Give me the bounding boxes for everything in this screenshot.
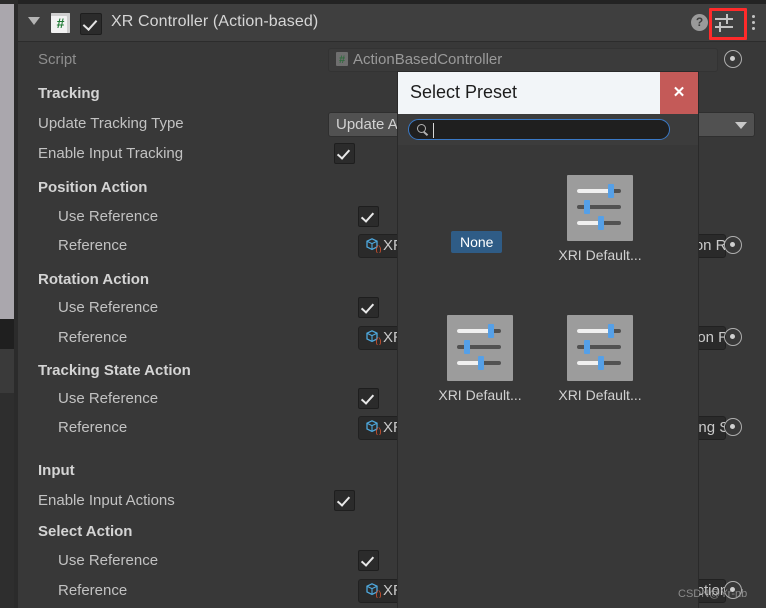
object-field[interactable]: # ActionBasedController [328, 48, 718, 72]
background-left-panel-d [0, 393, 14, 608]
preset-item-label: XRI Default... [438, 387, 522, 403]
script-hash-icon: # [334, 51, 352, 67]
input-action-reference-icon: () [364, 419, 382, 435]
script-hash-glyph: # [56, 15, 65, 31]
object-field-value: ActionBasedController [353, 51, 503, 68]
preset-sliders-thumbnail-icon [567, 315, 633, 381]
background-left-panel-a [0, 4, 14, 319]
preset-sliders-thumbnail-icon [447, 315, 513, 381]
input-action-reference-icon: () [364, 582, 382, 598]
property-label: Tracking State Action [38, 362, 191, 379]
svg-text:#: # [339, 54, 345, 66]
preset-sliders-thumbnail-icon [567, 175, 633, 241]
page-title: XR Controller (Action-based) [111, 13, 319, 30]
svg-text:(): () [376, 426, 382, 435]
property-label: Rotation Action [38, 271, 150, 288]
preset-button-highlight-box [709, 8, 747, 40]
preset-none-label[interactable]: None [451, 231, 503, 253]
background-left-panel-b [0, 319, 14, 349]
property-label: Script [38, 51, 77, 68]
screen-root: # XR Controller (Action-based) ? Script #… [0, 0, 766, 608]
property-label: Select Action [38, 523, 133, 540]
select-preset-window: Select Preset ✕ None XRI Default... XRI De… [398, 72, 698, 608]
property-label: Reference [58, 419, 128, 436]
object-picker-icon[interactable] [724, 418, 742, 436]
property-label: Reference [58, 329, 128, 346]
component-enabled-checkbox[interactable] [80, 13, 102, 35]
help-icon[interactable]: ? [691, 14, 708, 31]
search-icon [417, 124, 426, 133]
component-header[interactable]: # XR Controller (Action-based) ? [18, 4, 766, 42]
svg-text:(): () [376, 589, 382, 598]
select-preset-titlebar: Select Preset ✕ [398, 72, 698, 114]
object-picker-icon[interactable] [724, 236, 742, 254]
svg-text:(): () [376, 336, 382, 345]
property-label: Use Reference [58, 390, 159, 407]
checkbox[interactable] [334, 490, 355, 511]
checkbox[interactable] [358, 206, 379, 227]
property-label: Enable Input Tracking [38, 145, 184, 162]
property-label: Reference [58, 237, 128, 254]
property-label: Use Reference [58, 208, 159, 225]
watermark: CSDN@Yr-nb [678, 588, 748, 600]
property-label: Reference [58, 582, 128, 599]
text-caret [433, 123, 434, 138]
property-label: Tracking [38, 85, 100, 102]
checkbox[interactable] [358, 297, 379, 318]
preset-item-label: XRI Default... [558, 387, 642, 403]
input-action-reference-icon: () [364, 329, 382, 345]
checkbox[interactable] [358, 550, 379, 571]
preset-grid: None XRI Default... XRI Default... XRI Defa… [398, 145, 698, 608]
foldout-arrow-icon[interactable] [28, 17, 40, 25]
property-label: Use Reference [58, 552, 159, 569]
select-preset-search-bar [398, 114, 698, 145]
property-label: Enable Input Actions [38, 492, 175, 509]
property-label: Update Tracking Type [38, 115, 184, 132]
input-action-reference-icon: () [364, 237, 382, 253]
property-label: Use Reference [58, 299, 159, 316]
close-icon[interactable]: ✕ [660, 72, 698, 114]
search-input[interactable] [408, 119, 670, 140]
script-hash-icon: # [51, 13, 70, 33]
property-label: Input [38, 462, 75, 479]
background-left-panel-c [0, 349, 14, 393]
kebab-menu-icon[interactable] [752, 14, 756, 32]
select-preset-title: Select Preset [410, 82, 518, 102]
object-picker-icon[interactable] [724, 50, 742, 68]
property-label: Position Action [38, 179, 148, 196]
object-picker-icon[interactable] [724, 328, 742, 346]
svg-text:(): () [376, 244, 382, 253]
checkbox[interactable] [358, 388, 379, 409]
chevron-down-icon [735, 122, 747, 129]
preset-item-label: XRI Default... [558, 247, 642, 263]
checkbox[interactable] [334, 143, 355, 164]
